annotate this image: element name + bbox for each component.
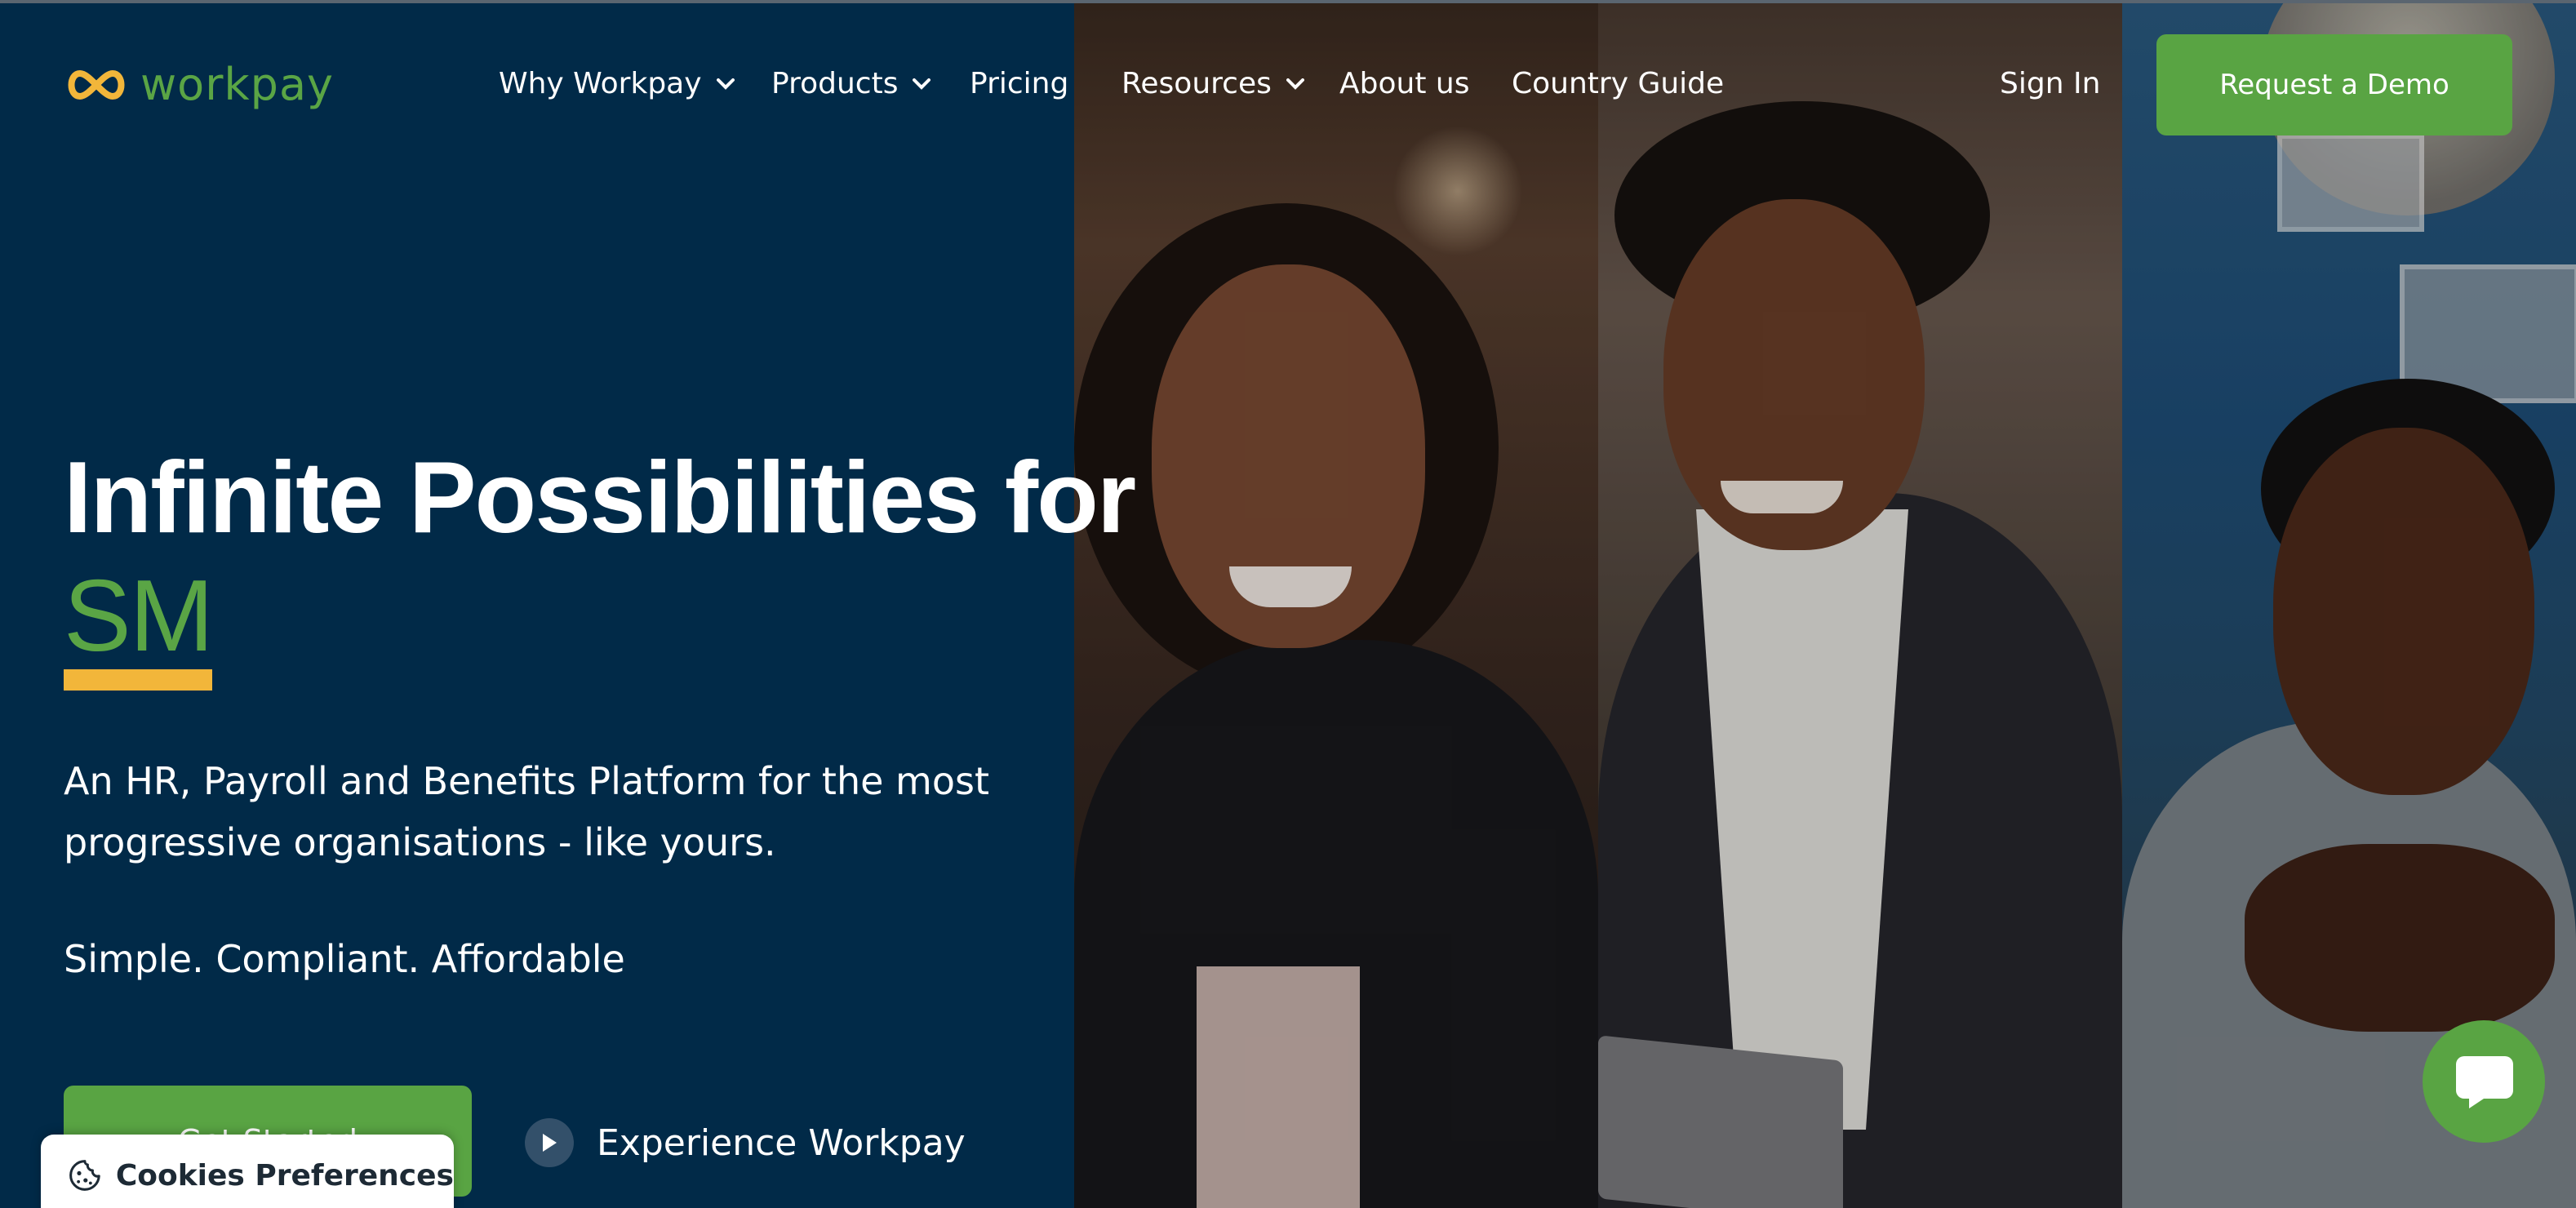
hero-photo-strip: [1074, 3, 2576, 1208]
nav-item-label: Country Guide: [1512, 67, 1725, 100]
cookies-preferences-button[interactable]: Cookies Preferences: [41, 1135, 454, 1208]
hero-photo-woman: [1074, 3, 1598, 1208]
nav-item-pricing[interactable]: Pricing: [970, 67, 1068, 100]
brand-logo[interactable]: workpay: [64, 59, 334, 110]
cookies-preferences-label: Cookies Preferences: [115, 1158, 454, 1192]
nav-item-about-us[interactable]: About us: [1339, 67, 1469, 100]
hero-rotating-word: SM: [64, 560, 214, 673]
experience-workpay-label: Experience Workpay: [597, 1121, 966, 1164]
sign-in-link[interactable]: Sign In: [2000, 67, 2100, 100]
brand-name: workpay: [140, 59, 335, 110]
window-top-border: [0, 0, 2576, 3]
nav-item-why-workpay[interactable]: Why Workpay: [499, 67, 735, 100]
hero-title: Infinite Possibilities for: [64, 442, 1136, 554]
chat-bubble-icon: [2456, 1056, 2513, 1108]
nav-item-label: Resources: [1121, 67, 1272, 100]
infinity-icon: [68, 69, 125, 100]
nav-item-label: Products: [771, 67, 899, 100]
chevron-down-icon: [716, 78, 735, 90]
hero-underline-accent: [64, 669, 212, 691]
hero-subtitle: An HR, Payroll and Benefits Platform for…: [64, 759, 989, 864]
hero-tagline: Simple. Compliant. Affordable: [64, 937, 625, 981]
nav-item-products[interactable]: Products: [771, 67, 931, 100]
nav-item-label: Pricing: [970, 67, 1069, 100]
chevron-down-icon: [913, 78, 931, 90]
experience-workpay-link[interactable]: Experience Workpay: [525, 1118, 966, 1167]
nav-item-resources[interactable]: Resources: [1121, 67, 1304, 100]
chevron-down-icon: [1286, 78, 1304, 90]
site-header: workpay Why Workpay Products Pricing Res…: [0, 3, 2576, 167]
hero-photo-man-suit: [1598, 3, 2122, 1208]
chat-launcher-button[interactable]: [2423, 1020, 2545, 1143]
play-icon: [525, 1118, 574, 1167]
cookie-icon: [69, 1160, 100, 1191]
nav-item-country-guide[interactable]: Country Guide: [1512, 67, 1724, 100]
request-demo-button[interactable]: Request a Demo: [2156, 34, 2512, 135]
nav-item-label: Why Workpay: [499, 67, 702, 100]
nav-item-label: About us: [1339, 67, 1470, 100]
